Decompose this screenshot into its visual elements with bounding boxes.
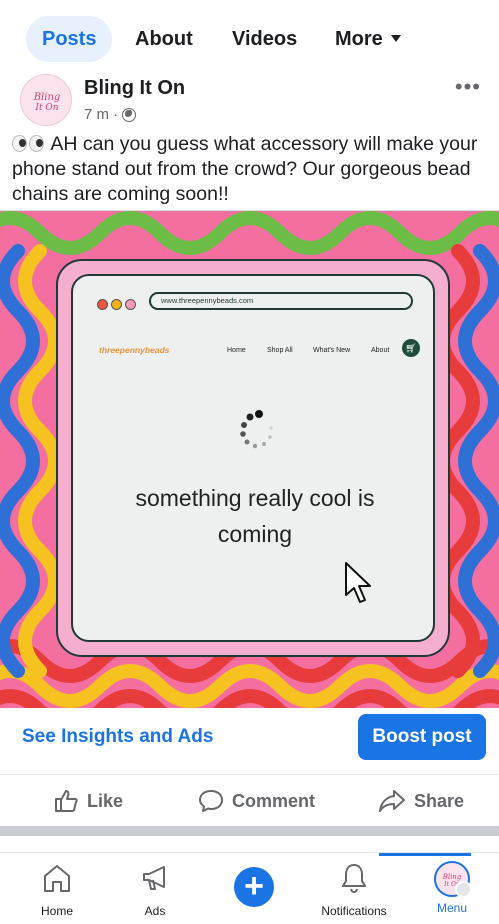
window-controls — [97, 297, 139, 315]
site-nav-whats-new: What's New — [313, 347, 351, 354]
comment-label: Comment — [232, 790, 316, 811]
illustrated-device-frame: www.threepennybeads.com threepennybeads … — [56, 259, 450, 657]
divider — [0, 774, 499, 775]
svg-text:Bling: Bling — [442, 873, 462, 881]
nav-home-label: Home — [40, 904, 73, 918]
share-label: Share — [414, 790, 465, 811]
like-button[interactable]: Like — [53, 780, 123, 822]
boost-post-button[interactable]: Boost post — [358, 714, 486, 760]
create-plus-button[interactable]: + — [234, 867, 274, 907]
megaphone-icon — [143, 866, 165, 890]
bell-icon — [342, 864, 366, 893]
svg-text:It On: It On — [34, 103, 58, 113]
menu-avatar: Bling It On — [434, 861, 472, 898]
nav-ads-label: Ads — [144, 904, 166, 918]
post-image[interactable]: www.threepennybeads.com threepennybeads … — [0, 210, 499, 708]
reaction-bar: Like Comment Share — [0, 780, 499, 822]
loading-spinner-icon — [240, 410, 273, 449]
page-name[interactable]: Bling It On — [84, 77, 185, 100]
page-avatar[interactable]: Bling It On — [20, 74, 72, 126]
cursor-arrow-icon — [345, 562, 371, 603]
site-nav-shop-all: Shop All — [267, 347, 293, 354]
avatar-logo-icon: Bling It On — [33, 92, 61, 113]
feed-separator — [0, 826, 499, 836]
nav-notifications[interactable]: Notifications — [314, 861, 394, 918]
home-icon — [44, 865, 70, 892]
nav-ads[interactable]: Ads — [115, 861, 195, 918]
globe-icon — [122, 107, 137, 122]
tab-videos[interactable]: Videos — [232, 16, 297, 62]
caret-down-icon — [390, 35, 401, 42]
menu-lines-icon — [455, 881, 472, 898]
tab-about[interactable]: About — [135, 16, 193, 62]
illustrated-browser-screen: www.threepennybeads.com threepennybeads … — [71, 274, 435, 642]
tab-more-label: More — [335, 28, 383, 50]
post-time: 7 m · — [84, 106, 119, 123]
comment-button[interactable]: Comment — [198, 780, 315, 822]
cart-icon: 🛒︎ — [402, 339, 420, 357]
illustrated-url-bar: www.threepennybeads.com — [149, 292, 413, 310]
nav-notifications-label: Notifications — [321, 904, 387, 918]
tab-more[interactable]: More — [335, 16, 401, 62]
next-post-peek — [0, 836, 499, 852]
share-button[interactable]: Share — [378, 780, 464, 822]
page-tabs: Posts About Videos More — [0, 14, 499, 64]
screen-headline-line1: something really cool is — [135, 485, 375, 511]
eyes-emoji-icon — [12, 134, 46, 152]
tab-posts[interactable]: Posts — [26, 16, 113, 62]
thumbs-up-icon — [55, 790, 78, 812]
site-nav-about: About — [371, 347, 390, 354]
post-meta: 7 m · — [84, 106, 137, 123]
nav-menu-label: Menu — [436, 901, 468, 915]
nav-menu[interactable]: Bling It On Menu — [412, 861, 492, 915]
site-nav-home: Home — [227, 347, 246, 354]
comment-bubble-icon — [199, 790, 223, 812]
svg-text:Bling: Bling — [33, 92, 61, 103]
more-options-icon[interactable]: ••• — [455, 74, 481, 100]
nav-home[interactable]: Home — [17, 861, 97, 918]
post-text-body: AH can you guess what accessory will mak… — [12, 133, 478, 205]
active-tab-indicator — [379, 853, 471, 856]
post-text: AH can you guess what accessory will mak… — [12, 132, 492, 207]
plus-icon: + — [244, 867, 264, 905]
like-label: Like — [87, 790, 124, 811]
bottom-nav: Home Ads + Notifications Bling It On Men… — [0, 852, 499, 924]
see-insights-link[interactable]: See Insights and Ads — [22, 726, 213, 748]
screen-headline-line2: coming — [217, 521, 293, 547]
site-logo: threepennybeads — [99, 345, 170, 355]
share-arrow-icon — [379, 790, 405, 812]
